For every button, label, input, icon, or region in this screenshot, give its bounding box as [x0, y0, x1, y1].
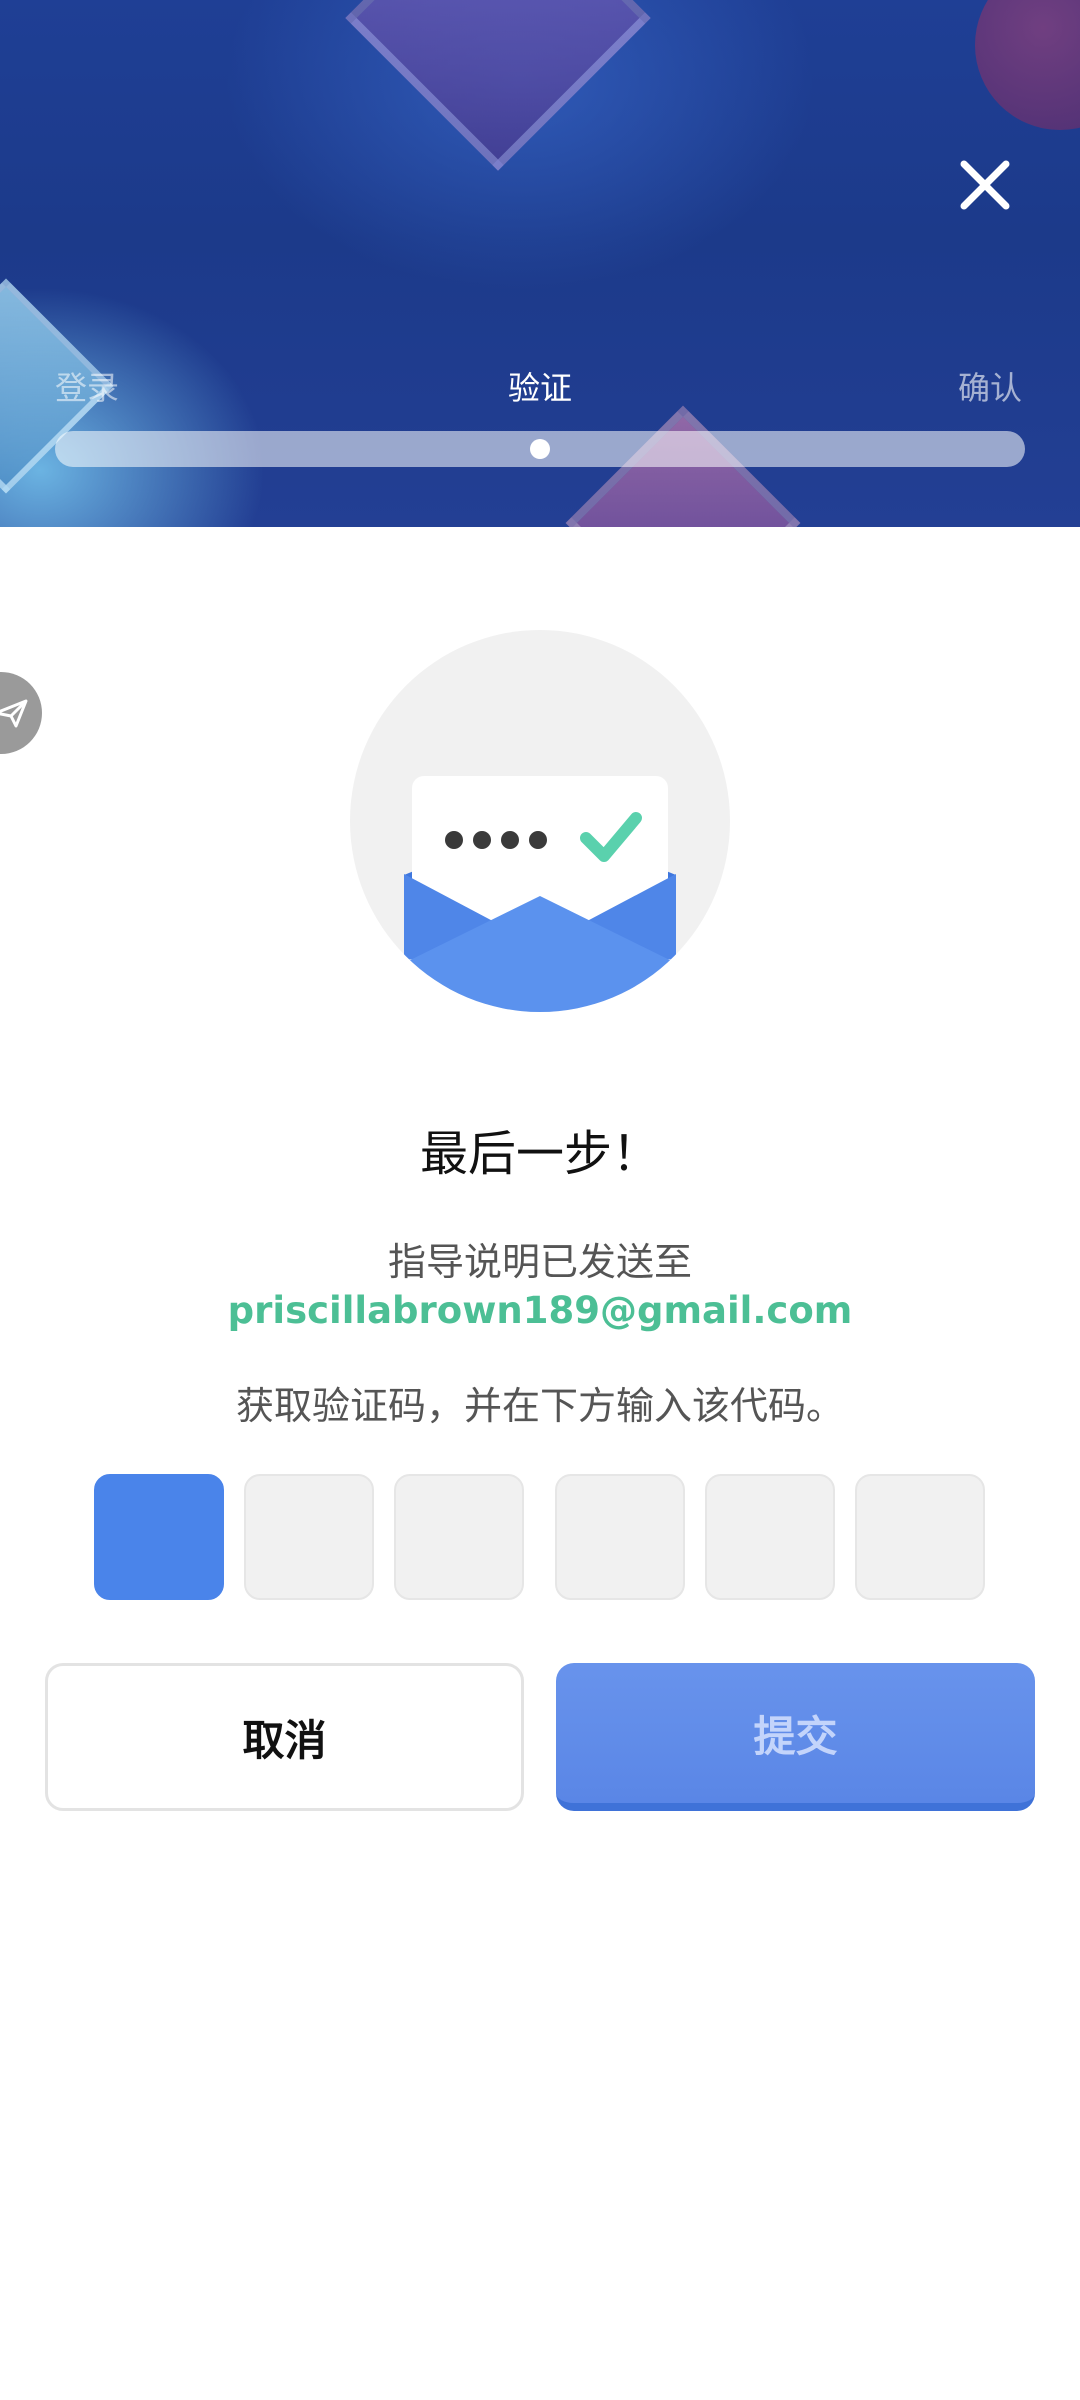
side-floating-button[interactable]	[0, 672, 42, 754]
header-banner: 登录 验证 确认	[0, 0, 1080, 527]
step-verify: 验证	[507, 369, 572, 407]
code-digit-4[interactable]	[555, 1474, 685, 1600]
code-digit-5[interactable]	[705, 1474, 835, 1600]
progress-indicator	[530, 439, 550, 459]
step-login: 登录	[55, 369, 120, 407]
instruction-text: 获取验证码，并在下方输入该代码。	[235, 1384, 844, 1428]
banner-decoration	[345, 0, 651, 171]
paper-plane-icon	[0, 699, 28, 728]
code-digit-1[interactable]	[94, 1474, 224, 1600]
envelope-code-icon	[390, 776, 690, 1012]
code-digit-3[interactable]	[394, 1474, 524, 1600]
cancel-button[interactable]: 取消	[45, 1663, 524, 1811]
verification-screen: 登录 验证 确认 最后一步！ 指导说明已发送至 priscillabrown18…	[0, 0, 1080, 2400]
progress-bar	[55, 431, 1025, 467]
code-digit-2[interactable]	[244, 1474, 374, 1600]
close-button[interactable]	[950, 150, 1020, 220]
email-illustration	[350, 630, 730, 1012]
sent-to-text: 指导说明已发送至	[387, 1240, 692, 1284]
step-confirm: 确认	[957, 369, 1022, 407]
banner-decoration	[975, 0, 1080, 130]
page-title: 最后一步！	[419, 1126, 660, 1182]
close-icon	[960, 160, 1010, 210]
submit-button[interactable]: 提交	[556, 1663, 1035, 1811]
email-address: priscillabrown189@gmail.com	[227, 1289, 853, 1332]
code-digit-6[interactable]	[855, 1474, 985, 1600]
